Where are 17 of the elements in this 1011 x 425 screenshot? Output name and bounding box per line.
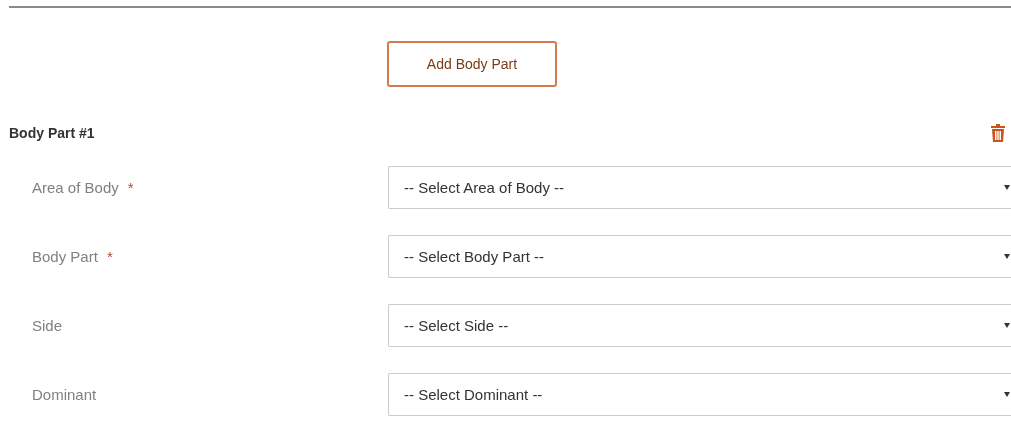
select-field[interactable]: -- Select Side -- bbox=[388, 304, 1011, 347]
caret-icon bbox=[1004, 185, 1010, 190]
caret-icon bbox=[1004, 254, 1010, 259]
required-mark: * bbox=[106, 248, 113, 265]
trash-icon[interactable] bbox=[991, 124, 1005, 142]
add-body-part-button[interactable]: Add Body Part bbox=[387, 41, 557, 87]
select-field[interactable]: -- Select Body Part -- bbox=[388, 235, 1011, 278]
field-label: Area of Body bbox=[32, 179, 119, 196]
caret-icon bbox=[1004, 323, 1010, 328]
caret-icon bbox=[1004, 392, 1010, 397]
field-label: Dominant bbox=[32, 386, 97, 403]
field-label: Side bbox=[32, 317, 63, 334]
required-mark: * bbox=[127, 179, 134, 196]
section-title: Body Part #1 bbox=[9, 125, 95, 141]
field-label: Body Part bbox=[32, 248, 98, 265]
select-field[interactable]: -- Select Dominant -- bbox=[388, 373, 1011, 416]
select-field[interactable]: -- Select Area of Body -- bbox=[388, 166, 1011, 209]
